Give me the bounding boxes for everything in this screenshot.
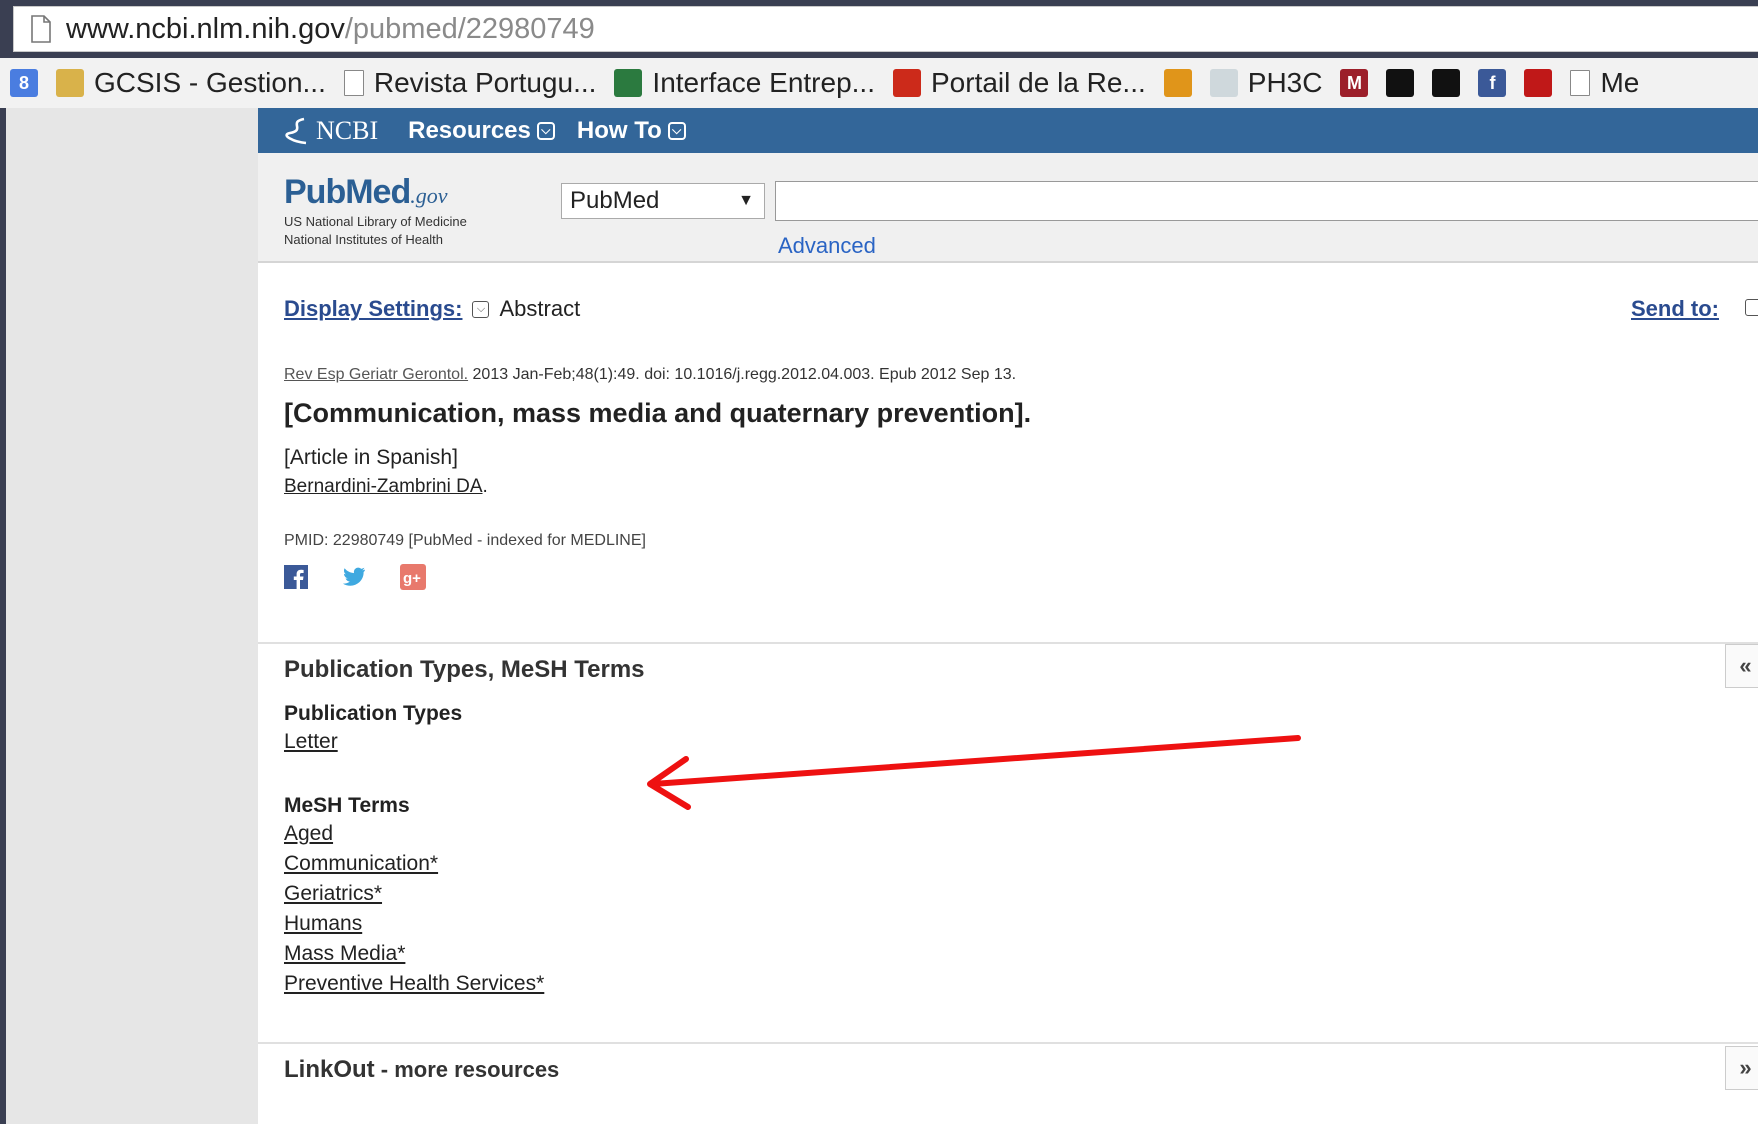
facebook-share-icon[interactable] (284, 565, 308, 589)
mesh-term-link[interactable]: Geriatrics* (284, 882, 382, 906)
bookmark-label: GCSIS - Gestion... (94, 67, 326, 98)
address-bar[interactable]: www.ncbi.nlm.nih.gov/pubmed/22980749 (13, 6, 1758, 52)
pubtype-link[interactable]: Letter (284, 730, 338, 754)
browser-window: www.ncbi.nlm.nih.gov/pubmed/22980749 8 GC… (0, 0, 1758, 1124)
mesh-term-link[interactable]: Communication* (284, 852, 438, 876)
bookmark-item[interactable]: M (1340, 69, 1369, 97)
black-logo-icon (1386, 69, 1415, 97)
section-divider (258, 1042, 1758, 1044)
display-settings-link[interactable]: Display Settings: (284, 296, 462, 322)
bookmark-item[interactable] (1524, 69, 1553, 97)
gcsis-icon (56, 69, 84, 97)
ncbi-logo[interactable]: NCBI (284, 116, 378, 146)
interface-icon (614, 69, 643, 97)
chevron-down-icon[interactable]: ⌵ (472, 300, 490, 318)
article-title: [Communication, mass media and quaternar… (284, 398, 1032, 428)
resources-menu[interactable]: Resources ⌵ (408, 117, 555, 145)
send-to-link[interactable]: Send to: (1631, 296, 1719, 322)
bookmark-label: Me (1600, 67, 1640, 98)
pubtypes-section-title[interactable]: Publication Types, MeSH Terms (284, 656, 645, 684)
search-bar: PubMed.gov US National Library of Medici… (258, 153, 1758, 263)
dropdown-arrow-icon: ▼ (738, 192, 754, 209)
bookmark-item[interactable] (1163, 69, 1192, 97)
bookmark-item[interactable] (1432, 69, 1461, 97)
database-value: PubMed (570, 187, 660, 214)
page-icon (343, 70, 364, 96)
bookmark-item[interactable]: Interface Entrep... (614, 67, 875, 99)
bookmark-item[interactable]: GCSIS - Gestion... (56, 67, 326, 99)
pubmed-logo-word: PubMed (284, 173, 411, 211)
shop-icon (1524, 69, 1553, 97)
chevron-down-icon[interactable] (1745, 299, 1758, 316)
citation: Rev Esp Geriatr Gerontol. 2013 Jan-Feb;4… (284, 366, 1016, 384)
mesh-term-link[interactable]: Humans (284, 912, 362, 936)
url-host: www.ncbi.nlm.nih.gov (66, 12, 345, 45)
page-icon (31, 15, 51, 43)
chevron-down-icon: ⌵ (667, 121, 686, 140)
howto-label: How To (576, 116, 662, 144)
publication-types-heading: Publication Types (284, 702, 463, 725)
ncbi-header: NCBI Resources ⌵ How To ⌵ (258, 108, 1758, 153)
bookmark-item[interactable]: Portail de la Re... (893, 67, 1146, 99)
citation-text: 2013 Jan-Feb;48(1):49. doi: 10.1016/j.re… (468, 366, 1017, 383)
resources-label: Resources (408, 116, 531, 144)
journal-link[interactable]: Rev Esp Geriatr Gerontol. (284, 366, 468, 383)
pubmed-logo-gov: .gov (410, 183, 448, 208)
portail-icon (893, 69, 921, 97)
mesh-terms-heading: MeSH Terms (284, 794, 410, 817)
author-list: Bernardini-Zambrini DA. (284, 476, 488, 498)
pmid-line: PMID: 22980749 [PubMed - indexed for MED… (284, 532, 646, 549)
bookmark-label: Portail de la Re... (931, 67, 1146, 98)
bookmark-label: PH3C (1247, 67, 1323, 98)
ncbi-label: NCBI (316, 115, 379, 145)
ncbi-helix-icon (285, 117, 307, 144)
linkout-section-title[interactable]: LinkOut - more resources (284, 1056, 559, 1084)
mesh-term-link[interactable]: Preventive Health Services* (284, 972, 544, 996)
window-edge (0, 108, 6, 1124)
bookmark-item[interactable]: f (1478, 69, 1507, 97)
collapse-up-icon[interactable]: « (1725, 644, 1758, 688)
nih-label: National Institutes of Health (284, 232, 443, 247)
twitter-share-icon[interactable] (342, 567, 366, 587)
advanced-search-link[interactable]: Advanced (778, 233, 876, 259)
chevron-down-icon: ⌵ (536, 121, 555, 140)
google-plus-icon: 8 (10, 69, 38, 97)
linkout-suffix: - more resources (374, 1057, 560, 1082)
google-plus-share-icon[interactable]: g+ (400, 564, 426, 590)
bookmark-item[interactable]: PH3C (1209, 67, 1323, 99)
display-settings: Display Settings: ⌵ Abstract (284, 296, 580, 322)
m3-icon: M (1340, 69, 1369, 97)
pubmed-page: NCBI Resources ⌵ How To ⌵ PubMed.gov US … (258, 108, 1758, 1124)
mesh-term-link[interactable]: Aged (284, 822, 333, 846)
ph3c-icon (1209, 69, 1238, 97)
linkout-label: LinkOut (284, 1056, 375, 1083)
bookmark-item[interactable]: 8 (10, 69, 38, 97)
bookmark-item[interactable] (1386, 69, 1415, 97)
database-select[interactable]: PubMed ▼ (561, 183, 765, 219)
article-language: [Article in Spanish] (284, 446, 458, 469)
author-suffix: . (482, 476, 488, 497)
bookmark-item[interactable]: Me (1570, 67, 1639, 99)
bookmark-item[interactable]: Revista Portugu... (343, 67, 597, 99)
url-path: /pubmed/22980749 (344, 12, 595, 45)
section-divider (258, 642, 1758, 644)
author-link[interactable]: Bernardini-Zambrini DA (284, 476, 483, 497)
mesh-term-link[interactable]: Mass Media* (284, 942, 405, 966)
bmj-icon (1163, 69, 1192, 97)
bookmarks-bar: 8 GCSIS - Gestion... Revista Portugu... Int… (0, 58, 1758, 109)
howto-menu[interactable]: How To ⌵ (577, 117, 686, 145)
svg-text:g+: g+ (403, 570, 421, 587)
page-icon (1570, 70, 1591, 96)
jmt-icon (1432, 69, 1461, 97)
search-input[interactable] (775, 181, 1758, 221)
bookmark-label: Revista Portugu... (373, 67, 597, 98)
share-buttons: g+ (284, 564, 460, 590)
expand-down-icon[interactable]: » (1725, 1046, 1758, 1090)
bookmark-label: Interface Entrep... (652, 67, 875, 98)
display-format: Abstract (499, 296, 581, 321)
facebook-icon: f (1478, 69, 1507, 97)
left-gutter (0, 108, 258, 1124)
pubmed-logo[interactable]: PubMed.gov US National Library of Medici… (284, 173, 467, 248)
nlm-label: US National Library of Medicine (284, 214, 467, 229)
